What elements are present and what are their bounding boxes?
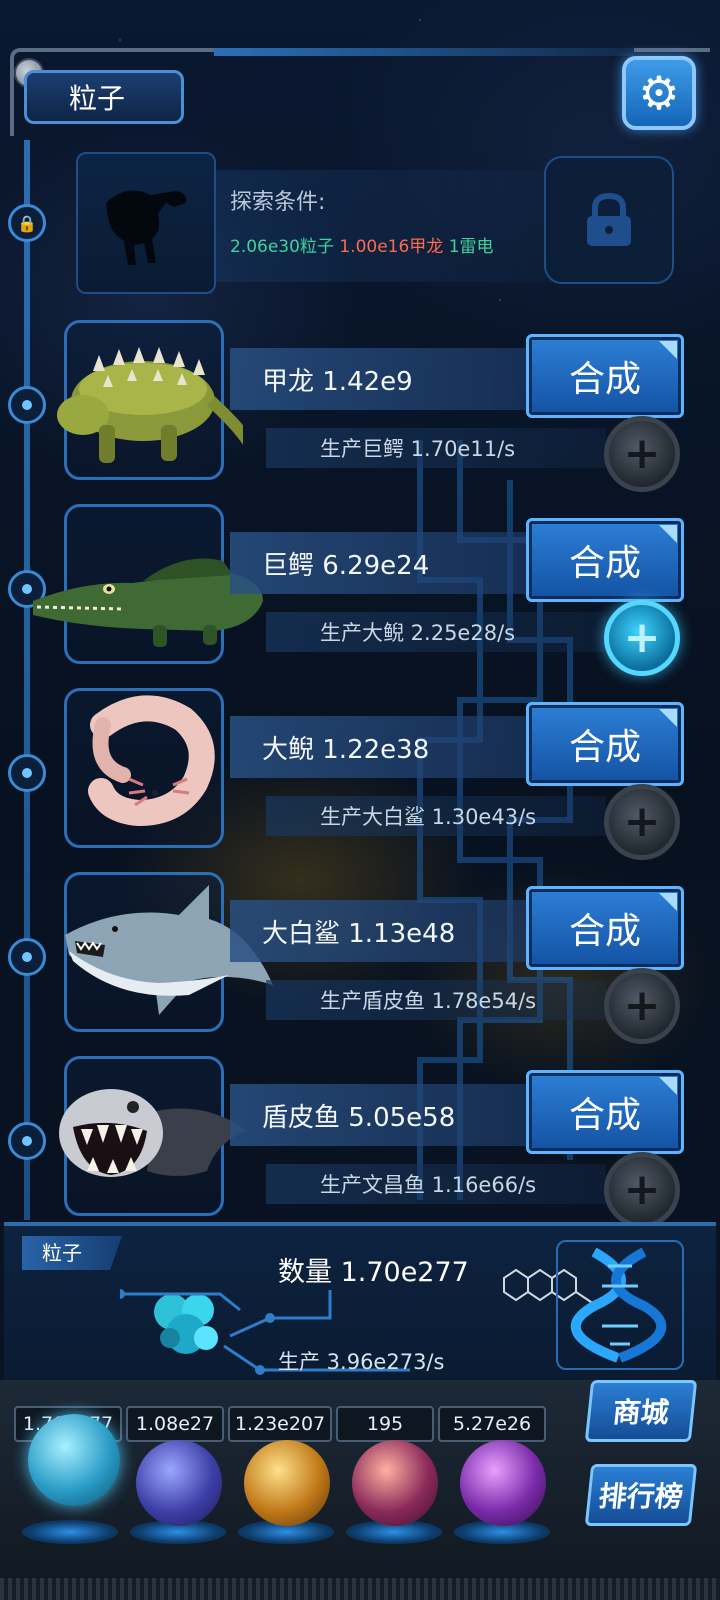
dna-icon [570, 1247, 667, 1363]
unlock-button[interactable] [544, 156, 674, 284]
particle-orb-slot[interactable] [28, 1414, 120, 1506]
creature-name-count: 大白鲨 1.13e48 [230, 900, 550, 962]
creature-row-crocodile: 巨鳄 6.29e24 生产大鲵 2.25e28/s 合成 + [30, 504, 694, 676]
padlock-icon [587, 192, 631, 246]
creature-production: 生产巨鳄 1.70e11/s [266, 428, 606, 468]
req-thunder: 1雷电 [448, 237, 494, 257]
particle-quantity: 数量 1.70e277 [278, 1257, 469, 1288]
creature-portrait [33, 504, 263, 664]
creature-row-great-white-shark: 大白鲨 1.13e48 生产盾皮鱼 1.78e54/s 合成 + [30, 872, 694, 1044]
gear-icon: ⚙ [638, 66, 680, 120]
upgrade-plus-button[interactable]: + [604, 600, 680, 676]
combine-button[interactable]: 合成 [526, 1070, 684, 1154]
placoderm-image [59, 1089, 247, 1177]
plus-icon: + [623, 980, 661, 1031]
dna-button[interactable] [556, 1240, 684, 1370]
leaderboard-button[interactable]: 排行榜 [584, 1464, 698, 1526]
creature-name-count: 盾皮鱼 5.05e58 [230, 1084, 550, 1146]
shop-button[interactable]: 商城 [584, 1380, 698, 1442]
counter-vortex: 5.27e26 [438, 1406, 546, 1442]
creature-row-ankylosaurus: 甲龙 1.42e9 生产巨鳄 1.70e11/s 合成 + [30, 320, 694, 492]
creature-production: 生产盾皮鱼 1.78e54/s [266, 980, 606, 1020]
ankylosaurus-image [57, 347, 243, 463]
plus-icon: + [623, 428, 661, 479]
creature-portrait [64, 872, 273, 1032]
creature-portrait [64, 688, 224, 848]
req-particles: 2.06e30粒子 [230, 237, 334, 257]
creature-production: 生产大鲵 2.25e28/s [266, 612, 606, 652]
slot-pedestal [22, 1520, 118, 1544]
thunder-orb-slot[interactable] [136, 1440, 222, 1526]
creature-production: 生产大白鲨 1.30e43/s [266, 796, 606, 836]
upgrade-plus-button[interactable]: + [604, 968, 680, 1044]
counter-fire: 1.23e207 [228, 1406, 332, 1442]
upgrade-plus-button[interactable]: + [604, 416, 680, 492]
creature-row-placoderm: 盾皮鱼 5.05e58 生产文昌鱼 1.16e66/s 合成 + [30, 1056, 694, 1228]
creature-row-salamander: 大鲵 1.22e38 生产大白鲨 1.30e43/s 合成 + [30, 688, 694, 860]
combine-button[interactable]: 合成 [526, 518, 684, 602]
locked-creature-card: 探索条件: 2.06e30粒子 1.00e16甲龙 1雷电 [76, 152, 676, 294]
req-ankylosaurus: 1.00e16甲龙 [339, 237, 444, 257]
creature-name-count: 甲龙 1.42e9 [230, 348, 550, 410]
resource-panel-tag: 粒子 [22, 1236, 122, 1270]
bottom-hatch-decoration [0, 1578, 720, 1600]
salamander-image [88, 695, 215, 827]
condition-title: 探索条件: [230, 190, 326, 215]
condition-requirements: 2.06e30粒子 1.00e16甲龙 1雷电 [230, 232, 494, 257]
fire-orb-slot[interactable] [244, 1440, 330, 1526]
creature-name-count: 巨鳄 6.29e24 [230, 532, 550, 594]
combine-button[interactable]: 合成 [526, 334, 684, 418]
upgrade-plus-button[interactable]: + [604, 784, 680, 860]
counter-brain: 195 [336, 1406, 434, 1442]
combine-button[interactable]: 合成 [526, 886, 684, 970]
particle-production: 生产 3.96e273/s [278, 1350, 445, 1374]
combine-button[interactable]: 合成 [526, 702, 684, 786]
creature-name-count: 大鲵 1.22e38 [230, 716, 550, 778]
resource-tab[interactable]: 粒子 [24, 70, 184, 124]
counter-thunder: 1.08e27 [126, 1406, 224, 1442]
locked-creature-silhouette [76, 152, 216, 294]
plus-icon: + [623, 612, 661, 663]
creature-portrait [57, 320, 243, 480]
trex-silhouette-icon [106, 190, 187, 265]
resource-tab-label: 粒子 [69, 82, 126, 115]
creature-portrait [59, 1056, 247, 1216]
upgrade-plus-button[interactable]: + [604, 1152, 680, 1228]
settings-button[interactable]: ⚙ [622, 56, 696, 130]
vortex-orb-slot[interactable] [460, 1440, 546, 1526]
plus-icon: + [623, 796, 661, 847]
brain-orb-slot[interactable] [352, 1440, 438, 1526]
plus-icon: + [623, 1164, 661, 1215]
creature-production: 生产文昌鱼 1.16e66/s [266, 1164, 606, 1204]
rail-lock-icon: 🔒 [8, 204, 46, 242]
